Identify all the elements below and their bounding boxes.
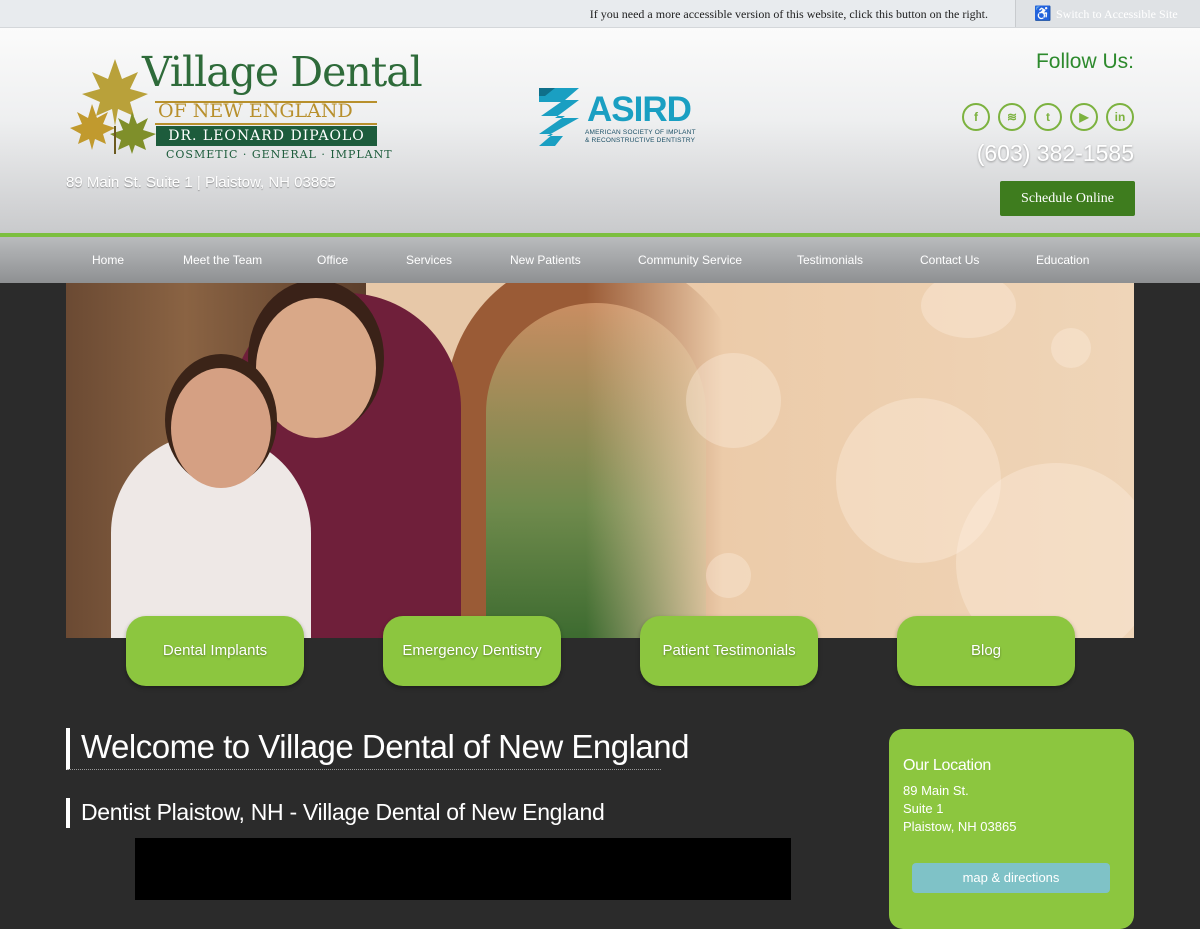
header-address: 89 Main St. Suite 1 | Plaistow, NH 03865 <box>66 174 336 191</box>
main-nav: Home Meet the Team Office Services New P… <box>0 237 1200 283</box>
accessibility-bar: If you need a more accessible version of… <box>0 0 1200 28</box>
hero-image <box>66 283 1134 638</box>
nav-item-new-patients[interactable]: New Patients <box>510 253 581 267</box>
bokeh-circle <box>706 553 751 598</box>
schedule-online-button[interactable]: Schedule Online <box>1000 181 1135 216</box>
switch-accessible-button[interactable]: ♿ Switch to Accessible Site <box>1015 0 1200 27</box>
location-line: Plaistow, NH 03865 <box>903 819 1017 834</box>
follow-us-label: Follow Us: <box>1035 50 1134 73</box>
bokeh-circle <box>686 353 781 448</box>
nav-item-home[interactable]: Home <box>92 253 124 267</box>
logo-subtitle: OF NEW ENGLAND <box>158 100 353 122</box>
nav-item-testimonials[interactable]: Testimonials <box>797 253 863 267</box>
map-directions-button[interactable]: map & directions <box>912 863 1110 893</box>
nav-item-education[interactable]: Education <box>1036 253 1089 267</box>
asird-logo[interactable]: ASIRD AMERICAN SOCIETY OF IMPLANT & RECO… <box>535 84 715 148</box>
linkedin-icon[interactable]: in <box>1106 103 1134 131</box>
accessibility-message: If you need a more accessible version of… <box>589 7 988 21</box>
graduate-head <box>256 298 376 438</box>
tile-emergency-dentistry[interactable]: Emergency Dentistry <box>383 616 561 686</box>
nav-item-office[interactable]: Office <box>317 253 348 267</box>
page-title: Welcome to Village Dental of New England <box>66 728 689 770</box>
nav-item-community-service[interactable]: Community Service <box>638 253 742 267</box>
facebook-icon[interactable]: f <box>962 103 990 131</box>
nav-item-contact-us[interactable]: Contact Us <box>920 253 979 267</box>
mother-head <box>171 368 271 488</box>
rss-icon[interactable]: ≋ <box>998 103 1026 131</box>
tile-blog[interactable]: Blog <box>897 616 1075 686</box>
asird-sub-line2: & RECONSTRUCTIVE DENTISTRY <box>585 137 696 144</box>
asird-title: ASIRD <box>587 90 692 129</box>
location-title: Our Location <box>903 757 992 774</box>
location-card: Our Location 89 Main St. Suite 1 Plaisto… <box>889 729 1134 929</box>
phone-number[interactable]: (603) 382-1585 <box>977 140 1134 167</box>
youtube-icon[interactable]: ▶ <box>1070 103 1098 131</box>
location-line: 89 Main St. <box>903 783 969 798</box>
wheelchair-icon: ♿ <box>1034 5 1052 21</box>
logo-doctor: DR. LEONARD DIPAOLO <box>156 126 377 146</box>
village-dental-logo[interactable]: Village Dental OF NEW ENGLAND DR. LEONAR… <box>70 48 423 166</box>
social-links: f ≋ t ▶ in <box>962 103 1134 131</box>
logo-title: Village Dental <box>142 48 423 96</box>
video-player[interactable] <box>135 838 791 900</box>
logo-divider <box>155 123 377 125</box>
twitter-icon[interactable]: t <box>1034 103 1062 131</box>
nav-item-meet-the-team[interactable]: Meet the Team <box>183 253 262 267</box>
tile-dental-implants[interactable]: Dental Implants <box>126 616 304 686</box>
asird-subtitle: AMERICAN SOCIETY OF IMPLANT & RECONSTRUC… <box>585 129 696 145</box>
location-line: Suite 1 <box>903 801 944 816</box>
tile-patient-testimonials[interactable]: Patient Testimonials <box>640 616 818 686</box>
switch-accessible-label: Switch to Accessible Site <box>1056 7 1178 21</box>
nav-item-services[interactable]: Services <box>406 253 452 267</box>
logo-tagline: COSMETIC · GENERAL · IMPLANT <box>166 148 393 161</box>
bokeh-circle <box>1051 328 1091 368</box>
page-subtitle: Dentist Plaistow, NH - Village Dental of… <box>66 798 605 828</box>
asird-sub-line1: AMERICAN SOCIETY OF IMPLANT <box>585 129 696 136</box>
site-header: Village Dental OF NEW ENGLAND DR. LEONAR… <box>0 28 1200 233</box>
asird-ribbon-icon <box>539 88 579 146</box>
